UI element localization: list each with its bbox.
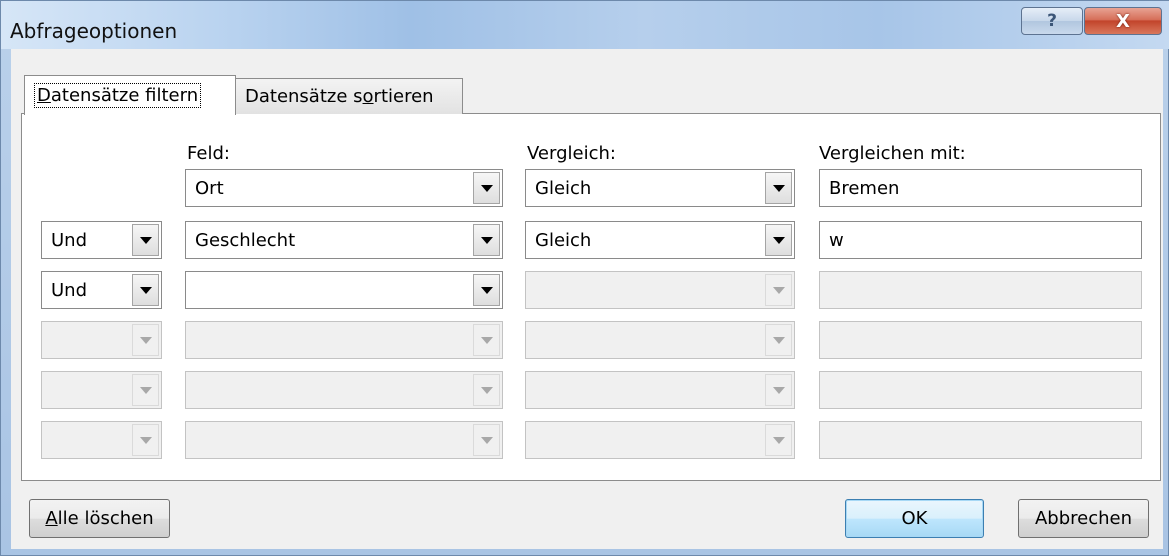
help-icon: ? bbox=[1047, 11, 1057, 31]
tab-sort-records[interactable]: Datensätze s o rtieren bbox=[236, 78, 463, 114]
dropdown-arrow-icon[interactable] bbox=[765, 224, 792, 256]
dropdown-arrow-icon[interactable] bbox=[765, 424, 792, 456]
column-label-comparison: Vergleich: bbox=[527, 143, 616, 164]
row-6-connector-select[interactable] bbox=[41, 421, 162, 459]
row-2-connector-select-value: Und bbox=[51, 229, 88, 251]
help-button[interactable]: ? bbox=[1021, 7, 1083, 35]
row-5-comparison-select[interactable] bbox=[525, 371, 795, 409]
dropdown-arrow-icon[interactable] bbox=[473, 324, 500, 356]
row-6-field-select[interactable] bbox=[185, 421, 503, 459]
tab-filter-records-label: Datensätze filtern bbox=[34, 83, 202, 108]
chevron-down-icon bbox=[772, 336, 785, 344]
row-2-compare-value-input[interactable]: w bbox=[819, 221, 1142, 259]
dropdown-arrow-icon[interactable] bbox=[132, 324, 159, 356]
dropdown-arrow-icon[interactable] bbox=[132, 374, 159, 406]
dialog-window: Abfrageoptionen ? X Datensätze filtern D… bbox=[0, 0, 1169, 556]
chevron-down-icon bbox=[139, 286, 152, 294]
column-label-compare-with: Vergleichen mit: bbox=[819, 143, 966, 164]
row-4-connector-select[interactable] bbox=[41, 321, 162, 359]
title-bar[interactable]: Abfrageoptionen ? X bbox=[1, 1, 1169, 49]
chevron-down-icon bbox=[772, 436, 785, 444]
dropdown-arrow-icon[interactable] bbox=[132, 274, 159, 306]
row-5-field-select[interactable] bbox=[185, 371, 503, 409]
close-icon: X bbox=[1116, 10, 1130, 32]
dropdown-arrow-icon[interactable] bbox=[765, 172, 792, 204]
row-3-comparison-select[interactable] bbox=[525, 271, 795, 309]
dropdown-arrow-icon[interactable] bbox=[473, 224, 500, 256]
chevron-down-icon bbox=[480, 236, 493, 244]
row-3-compare-value-input[interactable] bbox=[819, 271, 1142, 309]
dropdown-arrow-icon[interactable] bbox=[765, 324, 792, 356]
row-4-field-select[interactable] bbox=[185, 321, 503, 359]
chevron-down-icon bbox=[139, 336, 152, 344]
row-5-compare-value-input[interactable] bbox=[819, 371, 1142, 409]
dropdown-arrow-icon[interactable] bbox=[765, 374, 792, 406]
row-1-comparison-select[interactable]: Gleich bbox=[525, 169, 795, 207]
chevron-down-icon bbox=[480, 436, 493, 444]
row-6-comparison-select[interactable] bbox=[525, 421, 795, 459]
row-3-connector-select[interactable]: Und bbox=[41, 271, 162, 309]
row-1-compare-value-input[interactable]: Bremen bbox=[819, 169, 1142, 207]
row-2-comparison-select-value: Gleich bbox=[535, 229, 592, 251]
cancel-button[interactable]: Abbrechen bbox=[1018, 499, 1149, 538]
row-1-comparison-select-value: Gleich bbox=[535, 177, 592, 199]
dropdown-arrow-icon[interactable] bbox=[473, 374, 500, 406]
row-3-field-select[interactable] bbox=[185, 271, 503, 309]
dialog-client-area: Datensätze filtern Datensätze s o rtieren … bbox=[11, 49, 1163, 549]
chevron-down-icon bbox=[772, 236, 785, 244]
row-1-field-select-value: Ort bbox=[195, 177, 224, 199]
chevron-down-icon bbox=[480, 336, 493, 344]
chevron-down-icon bbox=[139, 386, 152, 394]
chevron-down-icon bbox=[772, 184, 785, 192]
dropdown-arrow-icon[interactable] bbox=[473, 172, 500, 204]
row-3-connector-select-value: Und bbox=[51, 279, 88, 301]
dropdown-arrow-icon[interactable] bbox=[132, 224, 159, 256]
ok-button[interactable]: OK bbox=[845, 499, 984, 538]
row-5-connector-select[interactable] bbox=[41, 371, 162, 409]
chevron-down-icon bbox=[480, 286, 493, 294]
dropdown-arrow-icon[interactable] bbox=[765, 274, 792, 306]
clear-all-button[interactable]: Alle löschen bbox=[29, 499, 170, 538]
row-1-field-select[interactable]: Ort bbox=[185, 169, 503, 207]
row-6-compare-value-input[interactable] bbox=[819, 421, 1142, 459]
dropdown-arrow-icon[interactable] bbox=[473, 424, 500, 456]
column-label-field: Feld: bbox=[187, 143, 230, 164]
row-2-field-select[interactable]: Geschlecht bbox=[185, 221, 503, 259]
row-4-comparison-select[interactable] bbox=[525, 321, 795, 359]
row-2-connector-select[interactable]: Und bbox=[41, 221, 162, 259]
row-4-compare-value-input[interactable] bbox=[819, 321, 1142, 359]
chevron-down-icon bbox=[480, 386, 493, 394]
chevron-down-icon bbox=[772, 386, 785, 394]
chevron-down-icon bbox=[139, 436, 152, 444]
tab-filter-records[interactable]: Datensätze filtern bbox=[24, 75, 236, 115]
close-button[interactable]: X bbox=[1084, 7, 1162, 35]
row-2-field-select-value: Geschlecht bbox=[195, 229, 296, 251]
chevron-down-icon bbox=[772, 286, 785, 294]
chevron-down-icon bbox=[139, 236, 152, 244]
window-title: Abfrageoptionen bbox=[10, 19, 178, 43]
dropdown-arrow-icon[interactable] bbox=[473, 274, 500, 306]
row-2-comparison-select[interactable]: Gleich bbox=[525, 221, 795, 259]
dropdown-arrow-icon[interactable] bbox=[132, 424, 159, 456]
chevron-down-icon bbox=[480, 184, 493, 192]
